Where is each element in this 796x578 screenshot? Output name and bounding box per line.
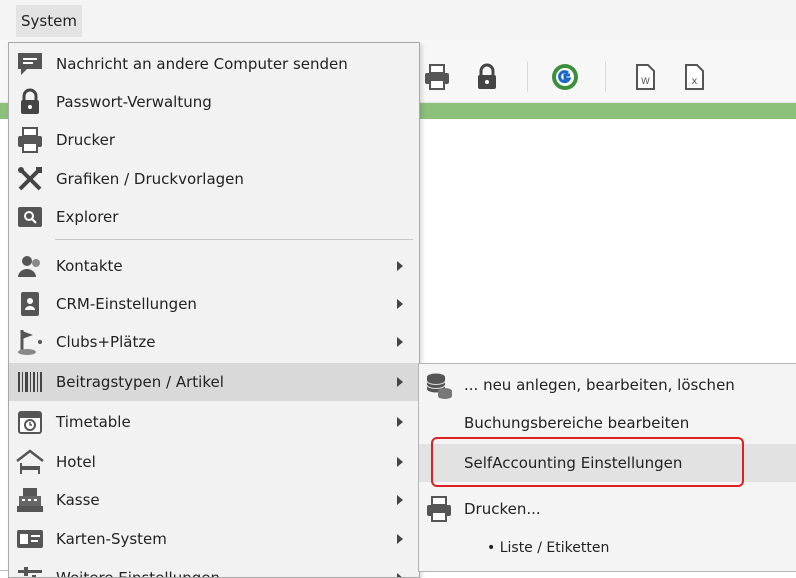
menu-system[interactable]: System: [16, 5, 82, 37]
submenu-item-label: ... neu anlegen, bearbeiten, löschen: [464, 376, 735, 394]
menu-item-label: Timetable: [56, 413, 131, 431]
crm-icon: [21, 292, 39, 316]
cash-register-icon: [17, 488, 43, 512]
google-icon[interactable]: [550, 62, 580, 92]
submenu-item-label: • Liste / Etiketten: [487, 540, 610, 556]
menu-item-timetable[interactable]: Timetable: [9, 403, 419, 441]
menu-item-weitere[interactable]: Weitere Einstellungen: [9, 559, 419, 578]
menu-item-label: Weitere Einstellungen: [56, 569, 220, 578]
explorer-icon: [18, 207, 42, 227]
lock-icon: [21, 88, 39, 114]
menu-separator: [55, 239, 413, 240]
toolbar-separator: [605, 62, 606, 92]
chevron-right-icon: [397, 377, 403, 387]
contacts-icon: [18, 256, 40, 277]
printer-icon: [427, 496, 451, 522]
svg-text:W: W: [641, 77, 650, 87]
submenu-item-neu-anlegen[interactable]: ... neu anlegen, bearbeiten, löschen: [419, 366, 796, 404]
card-icon: [17, 530, 43, 548]
menu-item-label: CRM-Einstellungen: [56, 295, 197, 313]
menu-item-clubs[interactable]: Clubs+Plätze: [9, 323, 419, 361]
word-icon[interactable]: W: [630, 62, 660, 92]
excel-icon[interactable]: x: [679, 62, 709, 92]
highlight-annotation: [431, 437, 744, 487]
chevron-right-icon: [397, 417, 403, 427]
menu-item-beitragstypen[interactable]: Beitragstypen / Artikel: [9, 363, 419, 401]
barcode-icon: [18, 372, 42, 392]
printer-icon: [18, 127, 42, 153]
chevron-right-icon: [397, 534, 403, 544]
chevron-right-icon: [397, 299, 403, 309]
submenu-item-drucken[interactable]: Drucken...: [419, 490, 796, 528]
submenu-item-liste-etiketten[interactable]: • Liste / Etiketten: [419, 529, 796, 567]
menu-item-grafiken[interactable]: Grafiken / Druckvorlagen: [9, 160, 419, 198]
menu-item-label: Hotel: [56, 453, 96, 471]
menu-item-kontakte[interactable]: Kontakte: [9, 247, 419, 285]
svg-text:x: x: [692, 76, 698, 87]
menu-item-karten[interactable]: Karten-System: [9, 520, 419, 558]
menu-item-explorer[interactable]: Explorer: [9, 198, 419, 236]
chevron-right-icon: [397, 337, 403, 347]
message-icon: [18, 53, 42, 75]
chevron-right-icon: [397, 261, 403, 271]
menu-item-label: Grafiken / Druckvorlagen: [56, 170, 244, 188]
menu-item-nachricht[interactable]: Nachricht an andere Computer senden: [9, 45, 419, 83]
hotel-icon: [16, 449, 44, 474]
menu-item-hotel[interactable]: Hotel: [9, 443, 419, 481]
menu-item-passwort[interactable]: Passwort-Verwaltung: [9, 83, 419, 121]
menu-item-label: Explorer: [56, 208, 119, 226]
coins-icon: [426, 373, 452, 399]
beitragstypen-submenu: ... neu anlegen, bearbeiten, löschen Buc…: [418, 363, 796, 572]
menu-item-label: Drucker: [56, 131, 116, 149]
submenu-item-label: Drucken...: [464, 500, 541, 518]
menu-item-label: Kasse: [56, 491, 100, 509]
menu-item-label: Kontakte: [56, 257, 123, 275]
menu-item-label: Passwort-Verwaltung: [56, 93, 212, 111]
menu-item-label: Clubs+Plätze: [56, 333, 156, 351]
toolbar-separator: [527, 62, 528, 92]
system-menu: Nachricht an andere Computer senden Pass…: [8, 42, 420, 578]
printer-icon[interactable]: [422, 62, 452, 92]
menu-item-label: Karten-System: [56, 530, 167, 548]
chevron-right-icon: [397, 457, 403, 467]
calendar-icon: [18, 411, 42, 434]
menu-item-drucker[interactable]: Drucker: [9, 121, 419, 159]
menu-item-label: Nachricht an andere Computer senden: [56, 55, 348, 73]
menu-system-label: System: [21, 12, 77, 30]
lock-icon[interactable]: [472, 62, 502, 92]
menu-bar: System: [0, 0, 796, 40]
tools-icon: [18, 167, 42, 191]
menu-item-kasse[interactable]: Kasse: [9, 481, 419, 519]
menu-item-crm[interactable]: CRM-Einstellungen: [9, 285, 419, 323]
menu-item-label: Beitragstypen / Artikel: [56, 373, 224, 391]
chevron-right-icon: [397, 495, 403, 505]
clubs-icon: [18, 330, 42, 355]
